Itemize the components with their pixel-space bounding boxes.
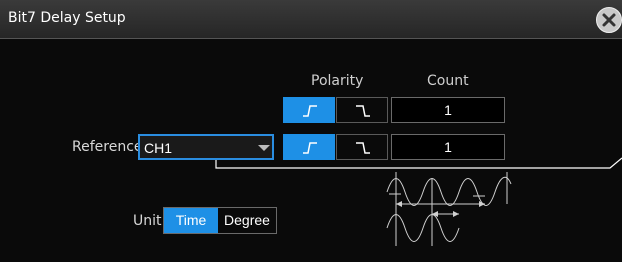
unit-degree-button[interactable]: Degree: [218, 208, 276, 233]
unit-time-button[interactable]: Time: [164, 208, 218, 233]
connector-line: [215, 157, 622, 169]
unit-toggle: Time Degree: [163, 207, 277, 234]
bit7-delay-setup-dialog: Bit7 Delay Setup Polarity Count 1 Refere…: [0, 0, 622, 262]
delay-diagram-icon: [386, 172, 512, 246]
unit-label: Unit: [133, 213, 162, 229]
